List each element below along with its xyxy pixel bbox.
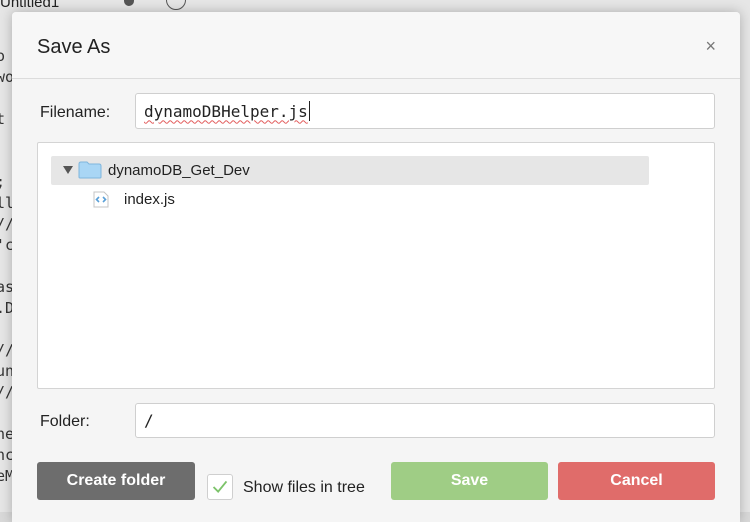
tree-folder-label: dynamoDB_Get_Dev bbox=[108, 162, 250, 179]
background-add-tab-icon bbox=[166, 0, 186, 10]
save-button[interactable]: Save bbox=[391, 462, 548, 500]
background-code-line: ; bbox=[0, 173, 5, 191]
text-caret bbox=[308, 101, 310, 121]
create-folder-button[interactable]: Create folder bbox=[37, 462, 195, 500]
show-files-checkbox[interactable] bbox=[207, 474, 233, 500]
background-tab-title: Untitled1 bbox=[0, 0, 60, 11]
filename-input[interactable]: dynamoDBHelper.js bbox=[135, 93, 715, 129]
file-tree[interactable]: dynamoDB_Get_Dev index.js bbox=[37, 142, 715, 389]
js-file-icon bbox=[93, 191, 109, 208]
background-code-line: o bbox=[0, 47, 6, 65]
tree-folder-row[interactable]: dynamoDB_Get_Dev bbox=[51, 156, 649, 185]
folder-label: Folder: bbox=[40, 413, 90, 430]
triangle-down-icon[interactable] bbox=[63, 166, 73, 174]
save-as-dialog: Save As × Filename: dynamoDBHelper.js dy… bbox=[12, 12, 740, 522]
tree-file-row[interactable]: index.js bbox=[90, 187, 290, 213]
folder-value: / bbox=[144, 411, 154, 430]
show-files-label[interactable]: Show files in tree bbox=[243, 479, 365, 497]
filename-value: dynamoDBHelper.js bbox=[144, 101, 308, 121]
background-tab-modified-dot bbox=[124, 0, 134, 6]
dialog-title: Save As bbox=[37, 36, 111, 58]
cancel-button[interactable]: Cancel bbox=[558, 462, 715, 500]
tree-file-label: index.js bbox=[124, 191, 175, 208]
background-code-line: t bbox=[0, 110, 6, 128]
close-icon[interactable]: × bbox=[705, 36, 716, 57]
folder-input[interactable]: / bbox=[135, 403, 715, 438]
checkmark-icon bbox=[212, 480, 228, 493]
dialog-header: Save As × bbox=[12, 12, 740, 79]
folder-icon bbox=[78, 161, 102, 179]
filename-label: Filename: bbox=[40, 104, 111, 121]
